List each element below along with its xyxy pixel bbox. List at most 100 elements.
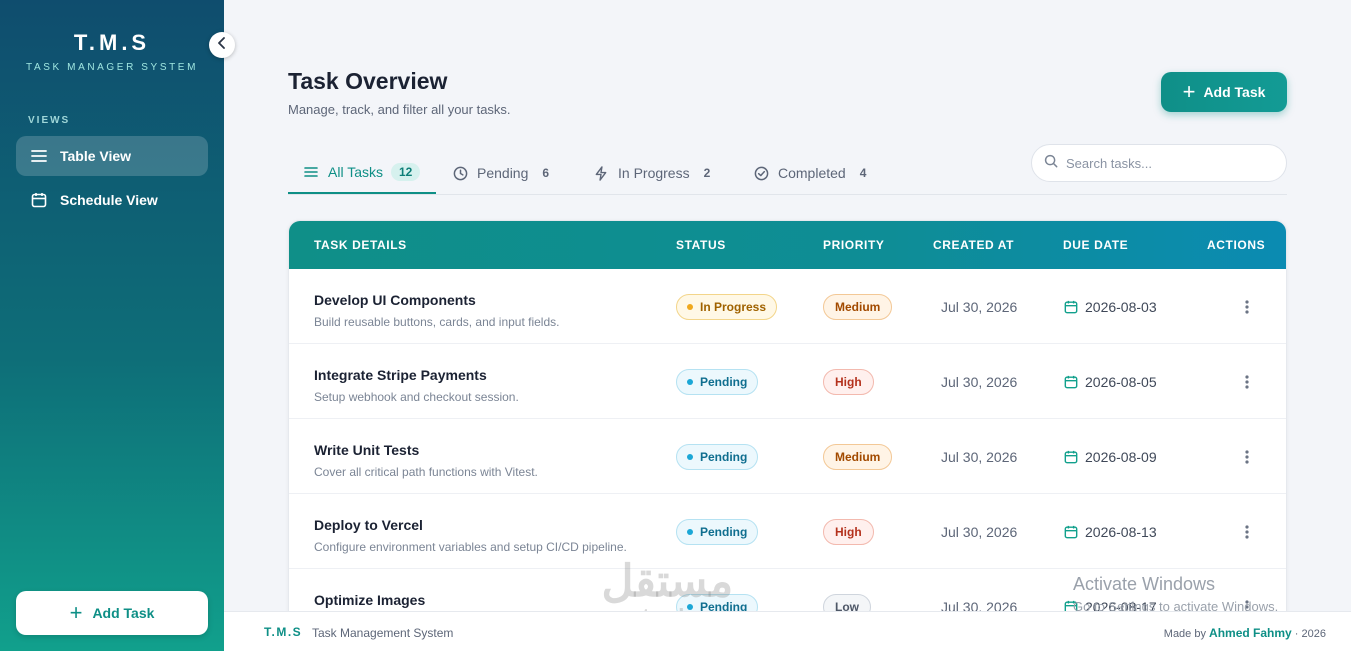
footer: T.M.S Task Management System Made by Ahm… xyxy=(224,611,1351,651)
more-actions-button[interactable] xyxy=(1237,447,1257,467)
status-badge: Pending xyxy=(676,519,759,545)
footer-subtitle: Task Management System xyxy=(312,626,454,640)
more-actions-button[interactable] xyxy=(1237,297,1257,317)
status-label: Pending xyxy=(700,450,748,464)
search-box[interactable] xyxy=(1031,144,1287,182)
created-date: Jul 30, 2026 xyxy=(941,449,1018,465)
sidebar-add-task-label: Add Task xyxy=(92,605,155,621)
table-row[interactable]: Write Unit Tests Cover all critical path… xyxy=(289,419,1286,494)
more-actions-button[interactable] xyxy=(1237,372,1257,392)
tab-label: All Tasks xyxy=(328,164,383,180)
tab-count: 2 xyxy=(703,166,711,180)
task-description: Build reusable buttons, cards, and input… xyxy=(314,315,560,329)
priority-label: Medium xyxy=(835,450,881,464)
sidebar-item-table-view[interactable]: Table View xyxy=(16,136,208,176)
sidebar-item-label: Table View xyxy=(60,148,132,164)
sidebar: T.M.S TASK MANAGER SYSTEM VIEWS Table Vi… xyxy=(0,0,224,651)
status-dot xyxy=(687,454,693,460)
sidebar-collapse-button[interactable] xyxy=(209,32,235,58)
task-name: Develop UI Components xyxy=(314,292,476,308)
tab-all-tasks[interactable]: All Tasks 12 xyxy=(288,152,437,194)
priority-label: Medium xyxy=(835,300,881,314)
created-date: Jul 30, 2026 xyxy=(941,374,1018,390)
calendar-icon xyxy=(1064,300,1078,314)
task-description: Setup webhook and checkout session. xyxy=(314,390,519,404)
due-date-value: 2026-08-03 xyxy=(1085,299,1157,315)
priority-label: High xyxy=(835,525,862,539)
tab-label: Completed xyxy=(778,165,846,181)
col-task-details: TASK DETAILS xyxy=(314,238,407,252)
task-name: Write Unit Tests xyxy=(314,442,420,458)
kebab-icon xyxy=(1245,300,1249,314)
task-description: Configure environment variables and setu… xyxy=(314,540,627,554)
status-label: Pending xyxy=(700,375,748,389)
brand-subtitle: TASK MANAGER SYSTEM xyxy=(25,62,198,73)
sidebar-item-label: Schedule View xyxy=(60,192,158,208)
search-icon xyxy=(1044,154,1058,173)
status-badge: Pending xyxy=(676,444,759,470)
due-date: 2026-08-05 xyxy=(1064,374,1157,390)
page-subtitle: Manage, track, and filter all your tasks… xyxy=(288,102,511,117)
check-circle-icon xyxy=(754,165,770,181)
task-name: Optimize Images xyxy=(314,592,426,608)
made-by-label: Made by xyxy=(1163,628,1206,640)
author-name: Ahmed Fahmy xyxy=(1209,626,1292,640)
col-status: STATUS xyxy=(676,238,726,252)
footer-year: · 2026 xyxy=(1294,628,1326,640)
tab-count: 6 xyxy=(542,166,550,180)
kebab-icon xyxy=(1245,525,1249,539)
priority-badge: High xyxy=(823,369,874,395)
list-icon xyxy=(304,164,320,180)
calendar-icon xyxy=(1064,375,1078,389)
col-actions: ACTIONS xyxy=(1207,238,1266,252)
tab-count: 4 xyxy=(859,166,867,180)
add-task-button[interactable]: + Add Task xyxy=(1161,72,1287,112)
activate-title: Activate Windows xyxy=(1073,574,1216,594)
footer-brand: T.M.S xyxy=(264,625,303,639)
tab-count: 12 xyxy=(390,163,421,181)
task-name: Integrate Stripe Payments xyxy=(314,367,487,383)
table-header: TASK DETAILS STATUS PRIORITY CREATED AT … xyxy=(289,221,1286,269)
status-badge: In Progress xyxy=(676,294,778,320)
calendar-icon xyxy=(30,191,48,209)
task-name: Deploy to Vercel xyxy=(314,517,423,533)
col-priority: PRIORITY xyxy=(823,238,885,252)
views-section-label: VIEWS xyxy=(28,115,71,126)
footer-credit: Made by Ahmed Fahmy · 2026 xyxy=(1164,626,1326,640)
tab-label: In Progress xyxy=(618,165,690,181)
watermark-arabic: مستقل xyxy=(601,557,734,606)
status-label: Pending xyxy=(700,525,748,539)
search-input[interactable] xyxy=(1066,155,1266,171)
created-date: Jul 30, 2026 xyxy=(941,524,1018,540)
col-due-date: DUE DATE xyxy=(1063,238,1129,252)
tab-in-progress[interactable]: In Progress 2 xyxy=(594,152,710,194)
table-row[interactable]: Integrate Stripe Payments Setup webhook … xyxy=(289,344,1286,419)
table-row[interactable]: Deploy to Vercel Configure environment v… xyxy=(289,494,1286,569)
due-date-value: 2026-08-05 xyxy=(1085,374,1157,390)
status-dot xyxy=(687,379,693,385)
plus-icon: + xyxy=(69,600,83,625)
priority-label: High xyxy=(835,375,862,389)
brand: T.M.S TASK MANAGER SYSTEM xyxy=(0,0,224,73)
add-task-label: Add Task xyxy=(1203,84,1266,100)
due-date: 2026-08-03 xyxy=(1064,299,1157,315)
status-dot xyxy=(687,304,693,310)
kebab-icon xyxy=(1245,375,1249,389)
status-label: In Progress xyxy=(700,300,767,314)
table-row[interactable]: Develop UI Components Build reusable but… xyxy=(289,269,1286,344)
status-dot xyxy=(687,529,693,535)
plus-icon: + xyxy=(1182,79,1196,104)
priority-badge: High xyxy=(823,519,874,545)
priority-badge: Medium xyxy=(823,294,893,320)
task-description: Cover all critical path functions with V… xyxy=(314,465,538,479)
sidebar-item-schedule-view[interactable]: Schedule View xyxy=(16,180,208,220)
tab-completed[interactable]: Completed 4 xyxy=(754,152,866,194)
due-date-value: 2026-08-09 xyxy=(1085,449,1157,465)
tab-pending[interactable]: Pending 6 xyxy=(453,152,549,194)
priority-badge: Medium xyxy=(823,444,893,470)
due-date: 2026-08-09 xyxy=(1064,449,1157,465)
more-actions-button[interactable] xyxy=(1237,522,1257,542)
sidebar-add-task-button[interactable]: + Add Task xyxy=(16,591,208,635)
created-date: Jul 30, 2026 xyxy=(941,299,1018,315)
calendar-icon xyxy=(1064,525,1078,539)
